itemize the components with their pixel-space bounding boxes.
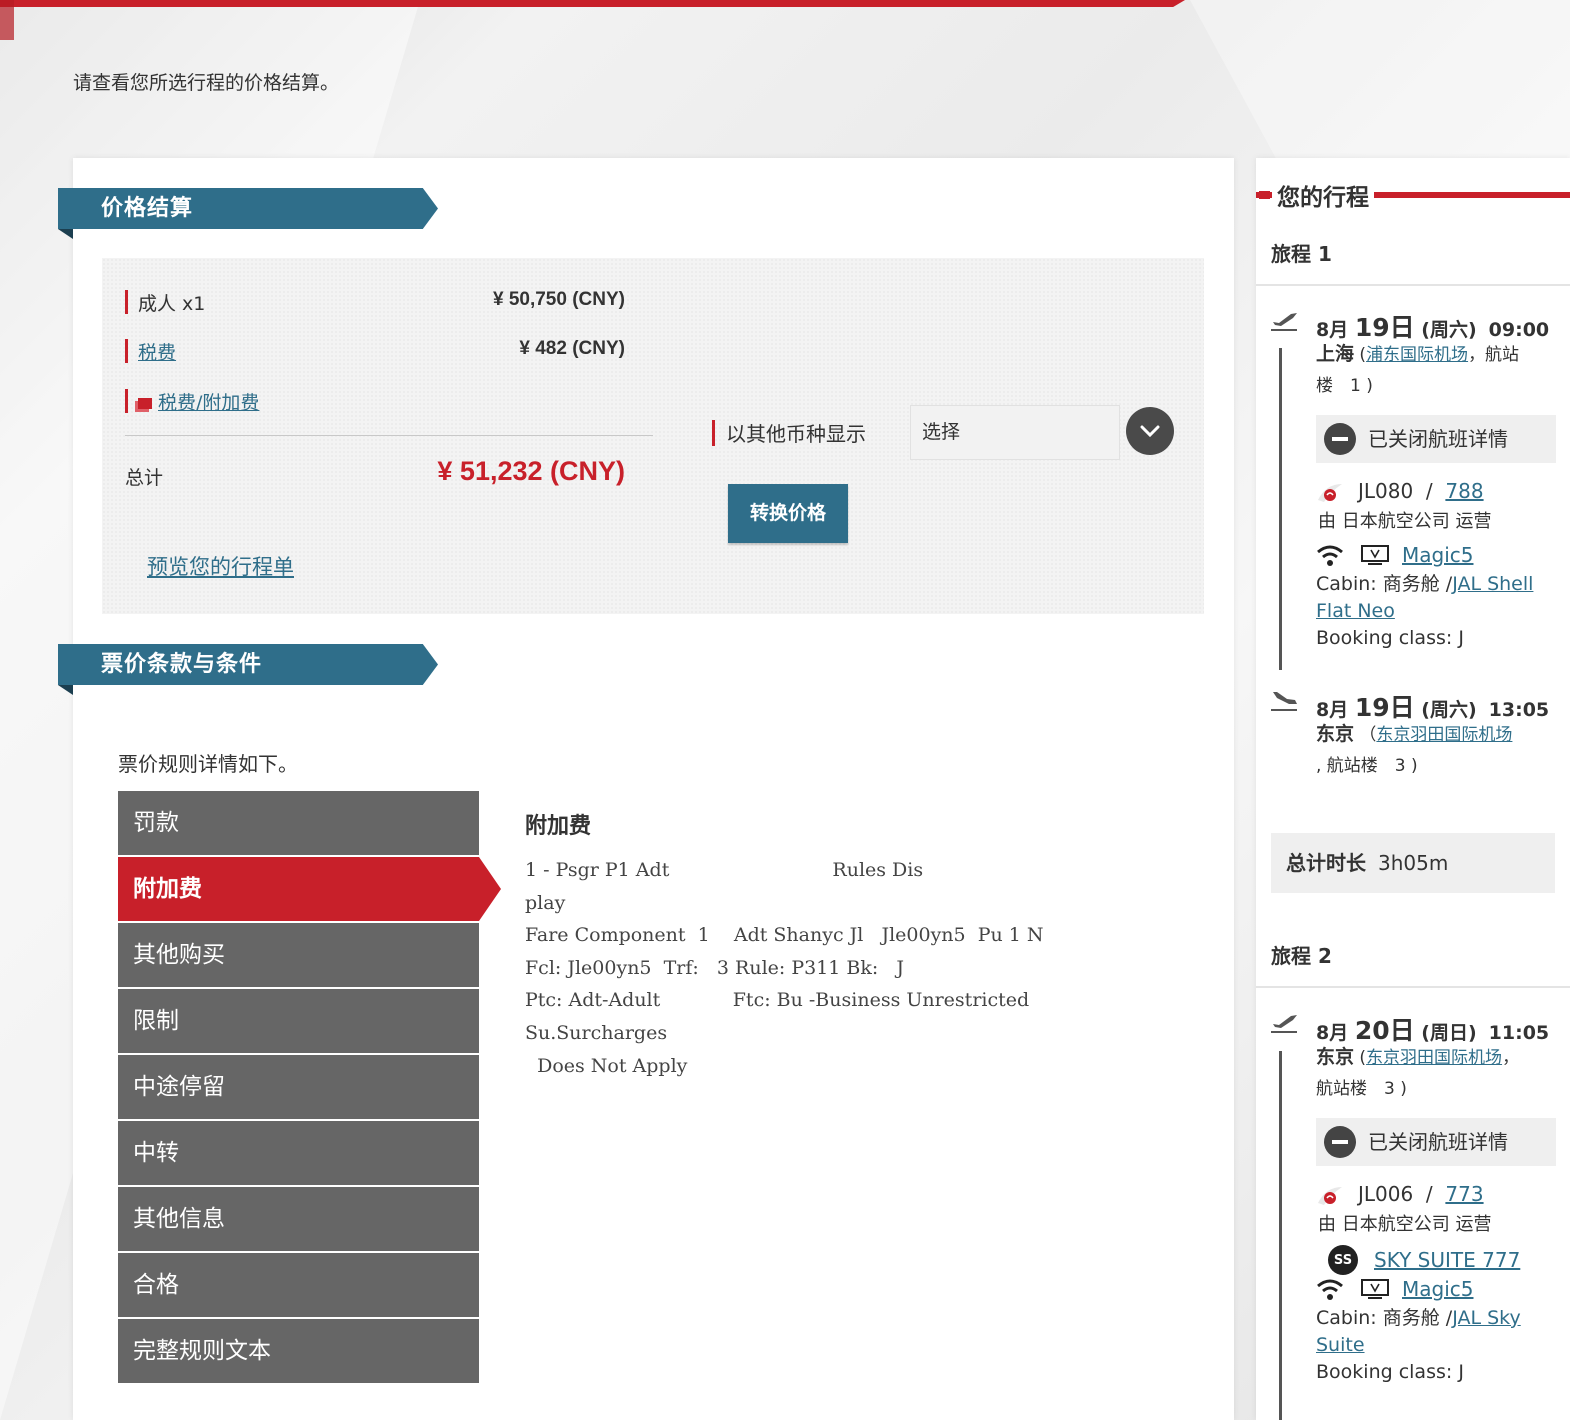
trip-label: 旅程 1 (1271, 242, 1332, 266)
entertainment-link[interactable]: Magic5 (1402, 1277, 1473, 1301)
amenities-row: Magic5 (1316, 1277, 1473, 1301)
flight-number-row: JL080 / 788 (1316, 479, 1484, 504)
price-summary-box: 成人 x1 ¥ 50,750 (CNY) 税费 ¥ 482 (CNY) 税费/附… (102, 258, 1204, 614)
price-row-tax: 税费 ¥ 482 (CNY) (125, 337, 625, 365)
main-card: 价格结算 成人 x1 ¥ 50,750 (CNY) 税费 ¥ 482 (CNY)… (58, 158, 1234, 1420)
title-mark (1259, 191, 1270, 199)
currency-label: 以其他币种显示 (712, 418, 866, 447)
rule-menu-item[interactable]: 罚款 (118, 791, 479, 855)
fare-rule-menu: 罚款 附加费 其他购买 限制 中途停留 中转 其他信息 合格 完整规则文本 (118, 791, 501, 1385)
rule-menu-item-active[interactable]: 附加费 (118, 857, 501, 921)
price-row-label: 成人 x1 (138, 293, 206, 315)
jal-logo-icon (1316, 1185, 1344, 1207)
rule-menu-item[interactable]: 合格 (118, 1253, 479, 1317)
arrival-city: 东京 （东京羽田国际机场, 航站楼 3 ) (1316, 723, 1513, 776)
itinerary-panel: 您的行程 旅程 1 8月 19日 (周六) 09:00 上海 (浦东国际机场，航站… (1256, 158, 1570, 1420)
airport-link[interactable]: 浦东国际机场 (1366, 345, 1468, 365)
aircraft-link[interactable]: 788 (1445, 479, 1483, 503)
monitor-icon (1361, 1279, 1389, 1299)
fee-icon (138, 398, 152, 409)
rule-content: 附加费 1 - Psgr P1 Adt Rules Dis play Fare … (525, 808, 1205, 1082)
price-row-value: ¥ 482 (CNY) (519, 338, 625, 359)
seat-product-row: SS SKY SUITE 777 (1328, 1245, 1520, 1275)
flight-details-toggle[interactable]: 已关闭航班详情 (1316, 415, 1556, 463)
segment-line (1279, 1051, 1282, 1420)
trip-separator (1256, 284, 1570, 286)
wifi-icon (1317, 545, 1343, 566)
page-intro: 请查看您所选行程的价格结算。 (73, 72, 340, 94)
jal-logo-icon (1316, 482, 1344, 504)
price-section-title: 价格结算 (58, 188, 438, 229)
fare-section-title: 票价条款与条件 (58, 644, 438, 685)
minus-circle-icon (1324, 1126, 1356, 1158)
takeoff-icon (1271, 1015, 1297, 1033)
departure-city: 上海 (浦东国际机场，航站楼 1 ) (1316, 343, 1520, 396)
rule-menu-item[interactable]: 其他信息 (118, 1187, 479, 1251)
total-value: ¥ 51,232 (CNY) (437, 456, 625, 486)
header-red-edge (0, 0, 14, 40)
cabin-info: Cabin: 商务舱 /JAL Sky Suite Booking class: … (1316, 1307, 1521, 1383)
surcharge-link[interactable]: 税费/附加费 (158, 392, 259, 414)
rule-menu-item[interactable]: 完整规则文本 (118, 1319, 479, 1383)
price-row-surcharge: 税费/附加费 (125, 387, 625, 415)
total-duration: 总计时长 3h05m (1271, 833, 1555, 893)
airport-link[interactable]: 东京羽田国际机场 (1366, 1048, 1502, 1068)
departure-city: 东京 (东京羽田国际机场， 航站楼 3 ) (1316, 1046, 1520, 1099)
wifi-icon (1317, 1279, 1343, 1300)
seat-product-link[interactable]: SKY SUITE 777 (1374, 1248, 1520, 1272)
price-row-value: ¥ 50,750 (CNY) (492, 289, 625, 310)
chevron-down-icon (1140, 425, 1160, 437)
takeoff-icon (1271, 313, 1297, 331)
fare-rules-intro: 票价规则详情如下。 (118, 752, 298, 776)
amenities-row: Magic5 (1316, 543, 1473, 567)
flight-number-row: JL006 / 773 (1316, 1182, 1484, 1207)
rule-content-text: 1 - Psgr P1 Adt Rules Dis play Fare Comp… (525, 859, 1044, 1077)
segment-line (1279, 348, 1282, 670)
itinerary-title: 您的行程 (1272, 178, 1374, 212)
airport-link[interactable]: 东京羽田国际机场 (1376, 725, 1512, 745)
sky-suite-icon: SS (1328, 1245, 1358, 1275)
tax-link[interactable]: 税费 (138, 338, 176, 365)
monitor-icon (1361, 545, 1389, 565)
total-label: 总计 (125, 467, 164, 489)
preview-itinerary-link[interactable]: 预览您的行程单 (147, 551, 294, 581)
cabin-info: Cabin: 商务舱 /JAL Shell Flat Neo Booking cl… (1316, 573, 1534, 649)
header-red-bar (0, 0, 1185, 7)
rule-menu-item[interactable]: 中途停留 (118, 1055, 479, 1119)
currency-select[interactable]: 选择 (910, 405, 1120, 460)
price-row-adult: 成人 x1 ¥ 50,750 (CNY) (125, 288, 625, 316)
aircraft-link[interactable]: 773 (1445, 1182, 1483, 1206)
convert-price-button[interactable]: 转换价格 (728, 484, 848, 543)
currency-dropdown-button[interactable] (1126, 407, 1174, 455)
rule-menu-item[interactable]: 中转 (118, 1121, 479, 1185)
operator-text: 由 日本航空公司 运营 (1318, 1214, 1492, 1235)
rule-menu-item[interactable]: 其他购买 (118, 923, 479, 987)
divider (125, 435, 653, 436)
flight-details-toggle[interactable]: 已关闭航班详情 (1316, 1118, 1556, 1166)
rule-content-title: 附加费 (525, 814, 592, 839)
rule-menu-item[interactable]: 限制 (118, 989, 479, 1053)
operator-text: 由 日本航空公司 运营 (1318, 511, 1492, 532)
minus-circle-icon (1324, 423, 1356, 455)
trip-separator (1256, 986, 1570, 988)
trip-label: 旅程 2 (1271, 944, 1332, 968)
entertainment-link[interactable]: Magic5 (1402, 543, 1473, 567)
landing-icon (1271, 692, 1297, 711)
